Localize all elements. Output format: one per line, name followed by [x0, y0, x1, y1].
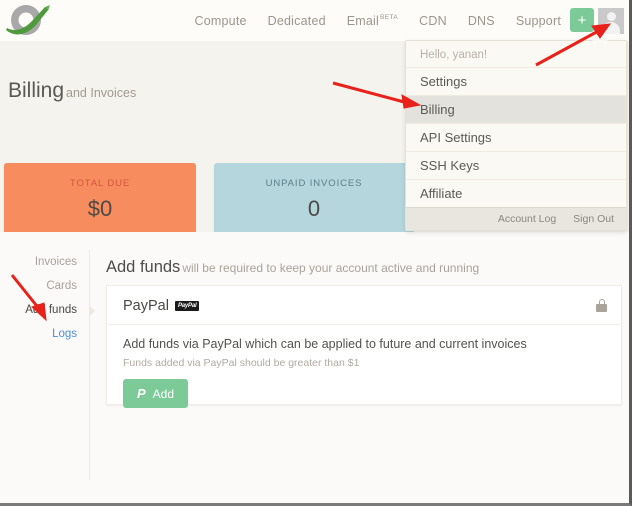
- sidebar-item-label: Cards: [46, 280, 77, 292]
- main-nav-links: Compute Dedicated EmailBETA CDN DNS Supp…: [195, 0, 561, 41]
- paypal-p-icon: P: [137, 386, 146, 401]
- paypal-panel: PayPal PayPal Add funds via PayPal which…: [106, 285, 622, 405]
- account-dropdown-menu: Hello, yanan! Settings Billing API Setti…: [405, 40, 627, 231]
- paypal-logo-badge: PayPal: [175, 301, 199, 311]
- lock-body-icon: [596, 304, 607, 312]
- account-log-link[interactable]: Account Log: [498, 213, 556, 225]
- lock-icon: [596, 299, 607, 312]
- nav-label: Support: [516, 14, 561, 28]
- dropdown-item-ssh-keys[interactable]: SSH Keys: [406, 151, 626, 179]
- browser-window: Compute Dedicated EmailBETA CDN DNS Supp…: [0, 0, 632, 506]
- site-logo[interactable]: [4, 3, 54, 39]
- sidebar-item-invoices[interactable]: Invoices: [0, 250, 77, 274]
- stat-card-unpaid-invoices: UNPAID INVOICES 0: [214, 163, 414, 237]
- nav-label: CDN: [419, 14, 447, 28]
- sidebar-item-label: Logs: [52, 328, 77, 340]
- nav-label: Dedicated: [268, 14, 326, 28]
- paypal-panel-header: PayPal PayPal: [107, 286, 621, 325]
- nav-item-support[interactable]: Support: [516, 14, 561, 28]
- nav-label: Compute: [195, 14, 247, 28]
- nav-item-email[interactable]: EmailBETA: [347, 14, 398, 28]
- paypal-note: Funds added via PayPal should be greater…: [123, 357, 605, 369]
- avatar-body-icon: [602, 22, 620, 34]
- stat-card-total-due: TOTAL DUE $0: [4, 163, 196, 237]
- sidebar-item-logs[interactable]: Logs: [0, 322, 77, 346]
- stat-value: 0: [308, 196, 320, 222]
- page-title-sub: and Invoices: [66, 86, 136, 100]
- dropdown-item-settings[interactable]: Settings: [406, 67, 626, 95]
- nav-item-cdn[interactable]: CDN: [419, 14, 447, 28]
- section-title: Add fundswill be required to keep your a…: [106, 258, 479, 277]
- dropdown-item-affiliate[interactable]: Affiliate: [406, 179, 626, 207]
- nav-item-dedicated[interactable]: Dedicated: [268, 14, 326, 28]
- dropdown-item-billing[interactable]: Billing: [406, 95, 626, 123]
- paypal-add-button[interactable]: P Add: [123, 379, 188, 408]
- stat-label: UNPAID INVOICES: [266, 178, 363, 189]
- section-title-sub: will be required to keep your account ac…: [182, 261, 479, 275]
- nav-item-dns[interactable]: DNS: [468, 14, 495, 28]
- page-title: Billingand Invoices: [8, 79, 136, 103]
- top-navigation-bar: Compute Dedicated EmailBETA CDN DNS Supp…: [0, 0, 629, 41]
- stat-label: TOTAL DUE: [70, 178, 130, 189]
- billing-sidebar-nav: Invoices Cards Add funds Logs: [0, 250, 90, 480]
- paypal-title: PayPal: [123, 298, 169, 314]
- nav-badge-beta: BETA: [380, 14, 398, 21]
- avatar-head-icon: [607, 12, 616, 21]
- dropdown-item-api-settings[interactable]: API Settings: [406, 123, 626, 151]
- paypal-description: Add funds via PayPal which can be applie…: [123, 337, 605, 351]
- dropdown-caret-icon: [592, 34, 608, 41]
- vultr-swoosh-logo-icon: [4, 3, 54, 39]
- sign-out-link[interactable]: Sign Out: [573, 213, 614, 225]
- user-avatar-button[interactable]: [598, 8, 624, 34]
- dropdown-greeting: Hello, yanan!: [406, 41, 626, 67]
- stat-value: $0: [88, 196, 112, 222]
- main-content-area: Invoices Cards Add funds Logs Add fundsw…: [0, 232, 629, 503]
- section-title-main: Add funds: [106, 258, 180, 276]
- page-title-main: Billing: [8, 79, 64, 102]
- sidebar-item-cards[interactable]: Cards: [0, 274, 77, 298]
- sidebar-item-label: Invoices: [35, 256, 77, 268]
- sidebar-item-label: Add funds: [25, 304, 77, 316]
- paypal-add-label: Add: [153, 387, 174, 401]
- add-new-button[interactable]: +: [570, 8, 594, 32]
- paypal-title-row: PayPal PayPal: [123, 298, 605, 314]
- nav-item-compute[interactable]: Compute: [195, 14, 247, 28]
- sidebar-item-add-funds[interactable]: Add funds: [0, 298, 77, 322]
- nav-label: Email: [347, 14, 379, 28]
- nav-label: DNS: [468, 14, 495, 28]
- dropdown-footer: Account Log Sign Out: [406, 207, 626, 230]
- paypal-panel-body: Add funds via PayPal which can be applie…: [107, 325, 621, 420]
